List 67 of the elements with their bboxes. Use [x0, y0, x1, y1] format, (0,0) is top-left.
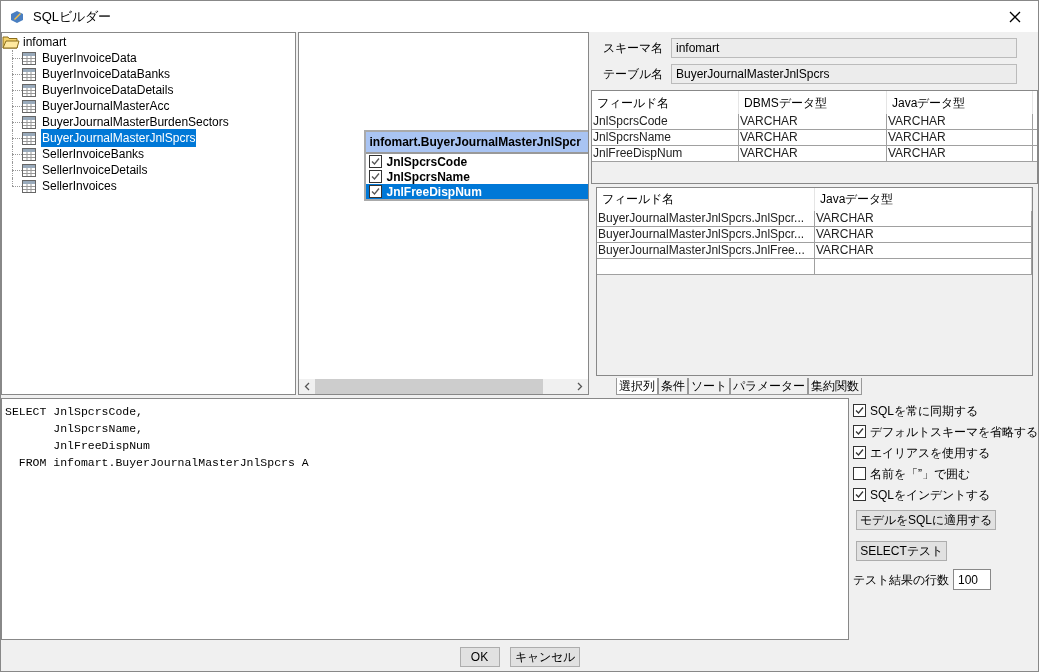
table-cell: VARCHAR	[739, 114, 887, 130]
field-name: JnlSpcrsName	[386, 169, 470, 186]
select-test-button[interactable]: SELECTテスト	[856, 541, 947, 561]
checkbox[interactable]	[853, 425, 866, 438]
table-cell: VARCHAR	[887, 146, 1033, 162]
table-cell: VARCHAR	[815, 226, 1032, 242]
app-icon	[9, 8, 25, 25]
tree-item[interactable]: SellerInvoiceDetails	[41, 161, 149, 179]
field-name: JnlSpcrsCode	[386, 153, 468, 171]
dialog-button[interactable]: OK	[459, 646, 500, 667]
table-cell: VARCHAR	[815, 242, 1032, 258]
checkbox[interactable]	[369, 170, 383, 183]
checkbox-label: SQLをインデントする	[870, 486, 990, 504]
table-cell: JnlSpcrsCode	[592, 114, 739, 130]
column-header[interactable]: Javaデータ型	[815, 187, 1032, 211]
table-cell: VARCHAR	[815, 210, 1032, 226]
row-count-field[interactable]: 100	[953, 569, 991, 590]
table-cell: BuyerJournalMasterJnlSpcrs.JnlSpcr...	[597, 210, 815, 226]
close-icon[interactable]	[1008, 9, 1022, 24]
table-node[interactable]: infomart.BuyerJournalMasterJnlSpcr JnlSpcrsCode JnlSpcrsName JnlFreeDispNum	[364, 130, 588, 201]
scroll-right-icon[interactable]	[577, 382, 583, 391]
checkbox[interactable]	[369, 155, 383, 168]
tab[interactable]: パラメーター	[730, 378, 808, 395]
tree-item[interactable]: SellerInvoices	[41, 177, 118, 195]
checkbox[interactable]	[369, 185, 383, 198]
checkbox[interactable]	[853, 488, 866, 501]
table-cell: JnlSpcrsName	[592, 130, 739, 146]
tree-item[interactable]: BuyerJournalMasterAcc	[41, 97, 171, 115]
tree-item[interactable]: BuyerInvoiceDataDetails	[41, 81, 175, 99]
scrollbar-thumb[interactable]	[315, 379, 544, 394]
table-cell: VARCHAR	[887, 130, 1033, 146]
checkbox[interactable]	[853, 446, 866, 459]
table-name-field[interactable]: BuyerJournalMasterJnlSpcrs	[671, 64, 1017, 85]
tab[interactable]: 集約関数	[808, 378, 862, 395]
field-label: テスト結果の行数	[853, 571, 949, 589]
tree-item[interactable]: SellerInvoiceBanks	[41, 145, 146, 163]
table-cell: VARCHAR	[887, 114, 1033, 130]
scroll-left-icon[interactable]	[304, 382, 311, 391]
tree-item[interactable]: BuyerInvoiceDataBanks	[41, 65, 172, 83]
tree-item[interactable]: BuyerInvoiceData	[41, 49, 138, 67]
table-cell: VARCHAR	[739, 146, 887, 162]
table-cell: JnlFreeDispNum	[592, 146, 739, 162]
checkbox-label: 名前を「”」で囲む	[870, 465, 970, 483]
checkbox-label: SQLを常に同期する	[870, 402, 978, 420]
node-title: infomart.BuyerJournalMasterJnlSpcr	[366, 132, 588, 154]
column-header[interactable]: フィールド名	[597, 187, 815, 211]
table-cell: BuyerJournalMasterJnlSpcrs.JnlFree...	[597, 242, 815, 258]
field-label: テーブル名	[602, 66, 664, 84]
checkbox[interactable]	[853, 467, 866, 480]
field-label: スキーマ名	[602, 39, 664, 57]
schema-field[interactable]: infomart	[671, 37, 1017, 58]
apply-model-button[interactable]: モデルをSQLに適用する	[856, 510, 996, 530]
tab[interactable]: ソート	[688, 378, 730, 395]
checkbox-label: デフォルトスキーマを省略する	[870, 423, 1038, 441]
window-title: SQLビルダー	[33, 7, 111, 26]
folder-icon[interactable]	[2, 35, 20, 49]
tree-item[interactable]: BuyerJournalMasterJnlSpcrs	[41, 129, 197, 147]
table-cell: BuyerJournalMasterJnlSpcrs.JnlSpcr...	[597, 226, 815, 242]
tree-item[interactable]: infomart	[23, 33, 67, 51]
tab[interactable]: 選択列	[616, 378, 658, 395]
checkbox-label: エイリアスを使用する	[870, 444, 990, 462]
table-cell: VARCHAR	[739, 130, 887, 146]
checkbox[interactable]	[853, 404, 866, 417]
tab[interactable]: 条件	[658, 378, 688, 395]
dialog-button[interactable]: キャンセル	[509, 646, 580, 667]
tree-item[interactable]: BuyerJournalMasterBurdenSectors	[41, 113, 230, 131]
field-name: JnlFreeDispNum	[386, 184, 482, 201]
